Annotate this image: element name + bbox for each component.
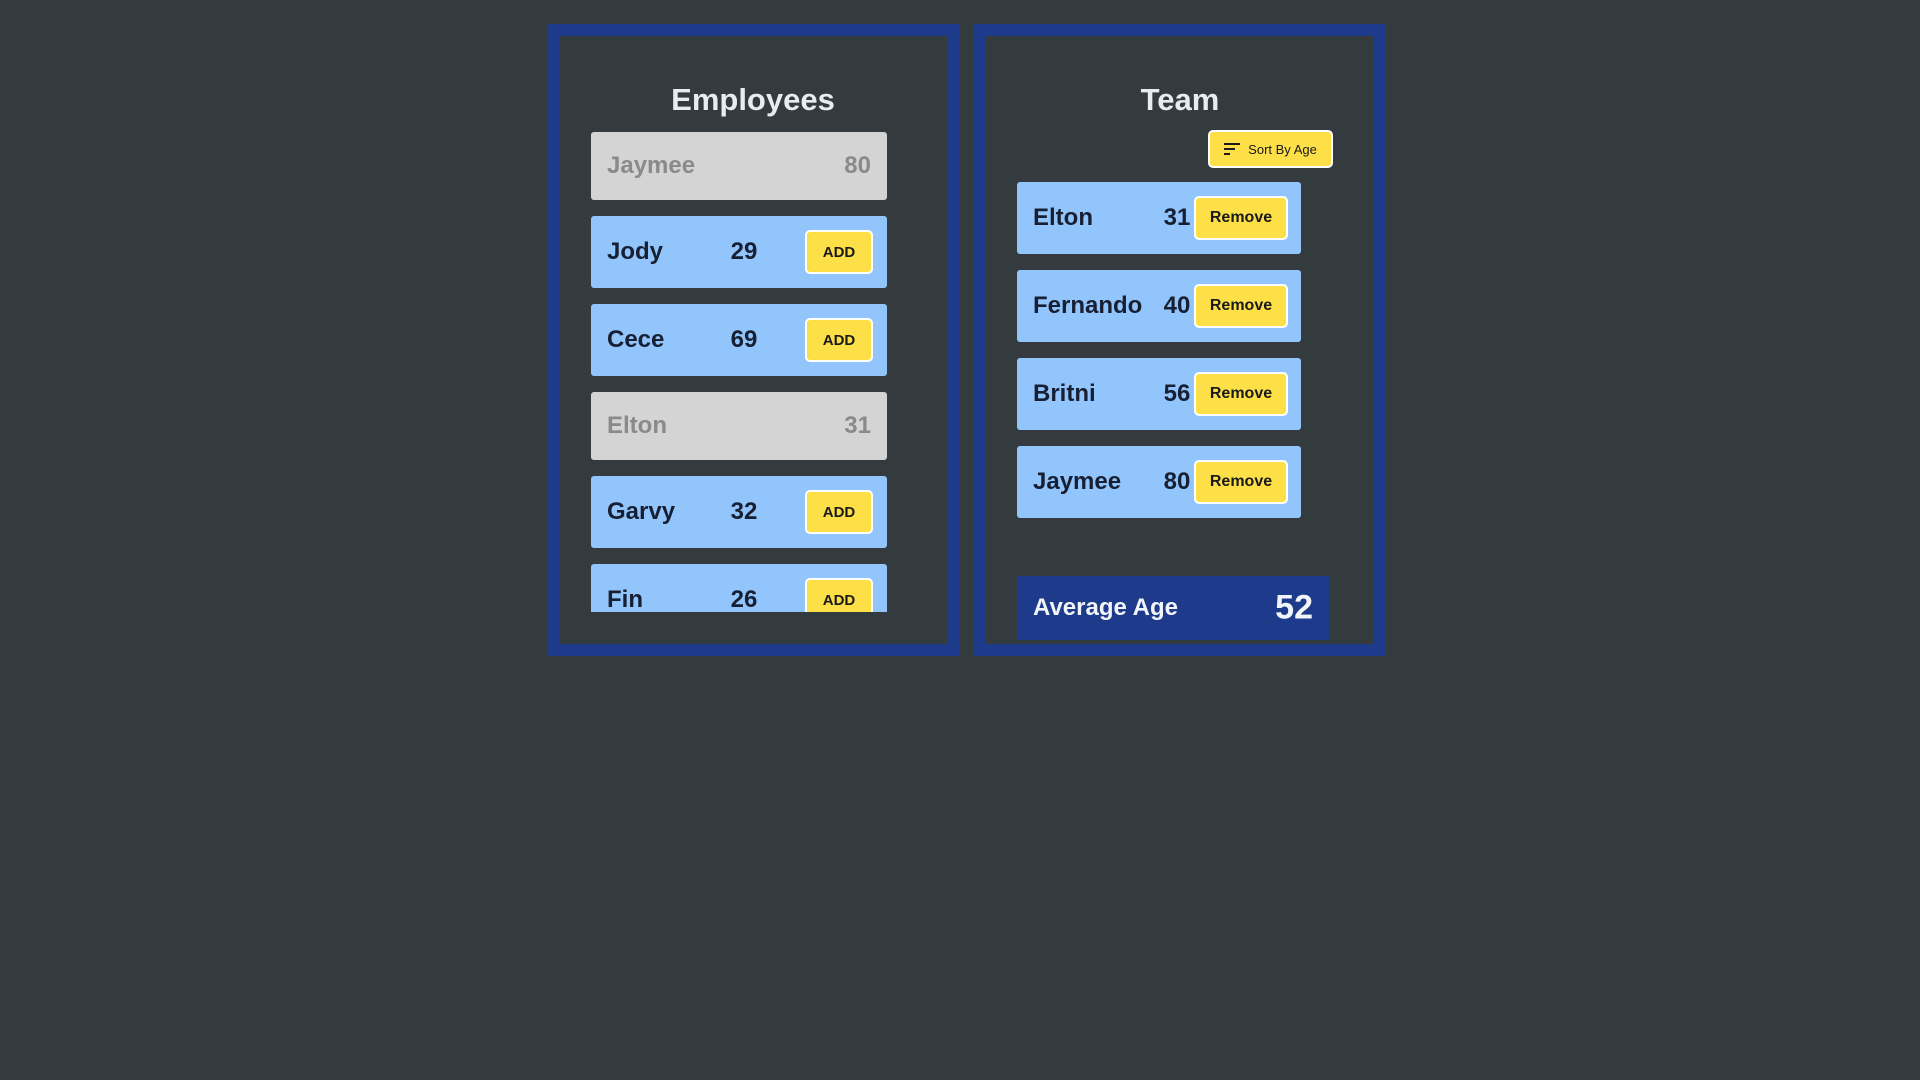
sort-lines-icon [1224,142,1241,156]
employee-row-garvy: Garvy 32 ADD [591,476,887,548]
team-member-name: Fernando [1033,292,1143,319]
remove-button[interactable]: Remove [1194,460,1288,504]
sort-by-age-button[interactable]: Sort By Age [1208,130,1333,168]
remove-button[interactable]: Remove [1194,284,1288,328]
team-title: Team [1140,82,1220,117]
employee-age: 80 [844,152,871,179]
employee-age: 29 [730,238,758,265]
team-member-name: Elton [1033,204,1093,231]
employee-age: 69 [730,326,758,353]
employee-name: Jody [607,238,664,265]
employee-row-cece: Cece 69 ADD [591,304,887,376]
employee-row-elton: Elton 31 [591,392,887,460]
team-member-row: Elton 31 Remove [1017,182,1301,254]
team-member-name: Britni [1033,380,1096,407]
sort-button-label: Sort By Age [1248,141,1317,157]
average-age-label: Average Age [1033,594,1178,621]
employee-row-jody: Jody 29 ADD [591,216,887,288]
employee-age: 26 [730,586,758,612]
average-age-value: 52 [1275,588,1313,627]
add-button[interactable]: ADD [805,578,873,612]
employees-title: Employees [671,82,835,117]
team-member-name: Jaymee [1033,468,1122,495]
average-age-box: Average Age 52 [1017,576,1329,640]
team-member-row: Jaymee 80 Remove [1017,446,1301,518]
employee-age: 32 [730,498,758,525]
employee-row-jaymee: Jaymee 80 [591,132,887,200]
employee-name: Cece [607,326,665,353]
employee-name: Elton [607,412,667,439]
team-panel: Team Sort By Age Elton 31 Remove Fernand… [974,24,1386,656]
employee-age: 31 [844,412,871,439]
employee-row-fin: Fin 26 ADD [591,564,887,612]
remove-button[interactable]: Remove [1194,372,1288,416]
team-member-row: Fernando 40 Remove [1017,270,1301,342]
team-member-row: Britni 56 Remove [1017,358,1301,430]
remove-button[interactable]: Remove [1194,196,1288,240]
add-button[interactable]: ADD [805,318,873,362]
employee-name: Jaymee [607,152,696,179]
employee-name: Garvy [607,498,676,525]
employees-panel: Employees Jaymee 80 Jody 29 ADD Cece 69 … [547,24,959,656]
employee-name: Fin [607,586,643,612]
add-button[interactable]: ADD [805,490,873,534]
add-button[interactable]: ADD [805,230,873,274]
employees-list[interactable]: Jaymee 80 Jody 29 ADD Cece 69 ADD Elton … [591,132,919,612]
